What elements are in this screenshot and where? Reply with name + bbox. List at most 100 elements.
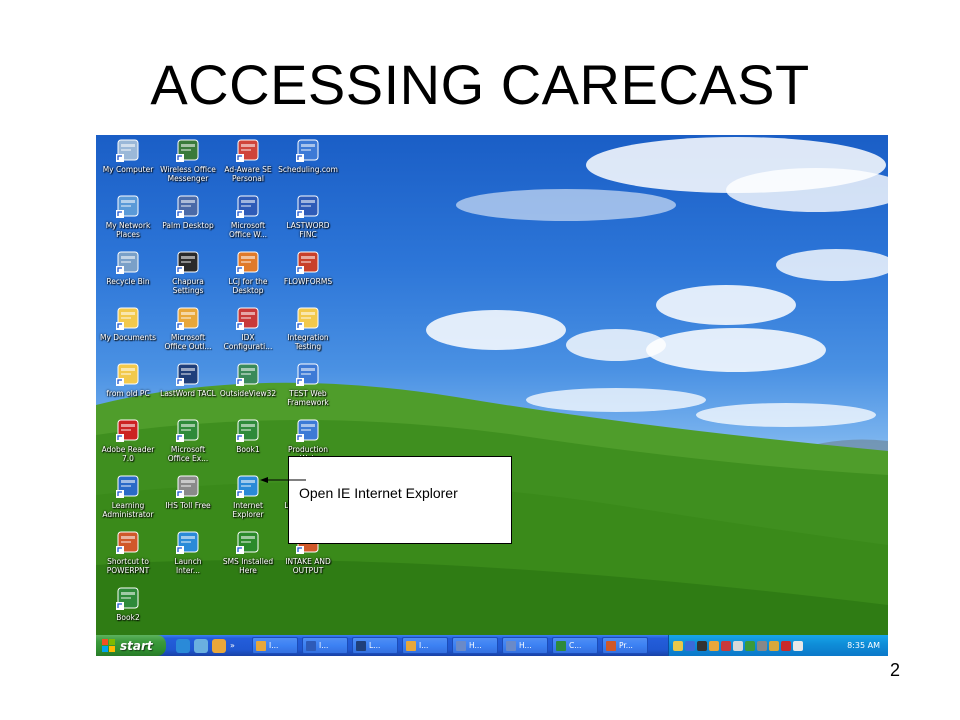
settings-quicklaunch-icon[interactable] bbox=[194, 638, 208, 653]
idx-icon bbox=[235, 305, 261, 331]
desktop-icon[interactable]: Adobe Reader 7.0 bbox=[97, 417, 159, 471]
desktop-icon[interactable]: IDX Configurati... bbox=[217, 305, 279, 359]
desktop-icon[interactable]: Recycle Bin bbox=[97, 249, 159, 303]
desktop-icon-label: SMS Installed Here bbox=[222, 557, 274, 575]
desktop-icon[interactable]: Microsoft Office W... bbox=[217, 193, 279, 247]
flowforms-icon bbox=[295, 249, 321, 275]
taskbar-button-label: L... bbox=[369, 641, 381, 650]
taskbar-button[interactable]: I... bbox=[402, 637, 448, 654]
desktop-icon-label: FLOWFORMS bbox=[283, 277, 333, 286]
desktop-icon-label: IHS Toll Free bbox=[165, 501, 211, 510]
desktop-icon-label: My Documents bbox=[99, 333, 157, 342]
desktop-icon[interactable]: FLOWFORMS bbox=[277, 249, 339, 303]
palm-icon bbox=[175, 193, 201, 219]
desktop-icon-grid: My Computer Wireless Office Messenger Ad-A… bbox=[96, 135, 888, 635]
network-tray-icon[interactable] bbox=[685, 640, 695, 651]
outlook-tray-icon[interactable] bbox=[709, 640, 719, 651]
web-page-icon bbox=[295, 137, 321, 163]
window-icon bbox=[506, 640, 516, 651]
desktop-icon-label: Wireless Office Messenger bbox=[160, 165, 216, 183]
desktop-icon[interactable]: IHS Toll Free bbox=[157, 473, 219, 527]
internet-explorer-icon bbox=[175, 529, 201, 555]
desktop-icon[interactable]: Ad-Aware SE Personal bbox=[217, 137, 279, 191]
taskbar-button-label: I... bbox=[419, 641, 429, 650]
quick-launch-bar: » bbox=[176, 638, 246, 653]
desktop-icon-label: Book1 bbox=[236, 445, 260, 454]
desktop-icon[interactable]: Integration Testing bbox=[277, 305, 339, 359]
desktop-icon[interactable]: My Documents bbox=[97, 305, 159, 359]
quick-launch-more-chevron-icon[interactable]: » bbox=[230, 641, 235, 650]
desktop-icon[interactable]: Palm Desktop bbox=[157, 193, 219, 247]
taskbar-button[interactable]: H... bbox=[452, 637, 498, 654]
desktop-icon-label: LastWord TACL bbox=[160, 389, 216, 398]
web-page-icon bbox=[295, 417, 321, 443]
norton-tray-icon[interactable] bbox=[781, 640, 791, 651]
taskbar: start » I... I... L... I... H... H... C... Pr..… bbox=[96, 635, 888, 656]
folder-icon bbox=[295, 305, 321, 331]
recycle-bin-icon bbox=[115, 249, 141, 275]
start-button[interactable]: start bbox=[96, 635, 166, 656]
web-page-icon bbox=[295, 361, 321, 387]
desktop-icon[interactable]: OutsideView32 bbox=[217, 361, 279, 415]
sync-tray-icon[interactable] bbox=[745, 640, 755, 651]
pen-tray-icon[interactable] bbox=[769, 640, 779, 651]
desktop-icon[interactable]: LCJ for the Desktop bbox=[217, 249, 279, 303]
word-icon bbox=[235, 193, 261, 219]
chart-icon bbox=[115, 473, 141, 499]
desktop-icon-label: Microsoft Office W... bbox=[229, 221, 267, 239]
desktop-icon[interactable]: Chapura Settings bbox=[157, 249, 219, 303]
taskbar-button[interactable]: H... bbox=[502, 637, 548, 654]
word-icon bbox=[306, 640, 316, 651]
desktop-icon-label: LASTWORD FINC bbox=[286, 221, 330, 239]
powerpoint-icon bbox=[606, 640, 616, 651]
desktop-icon[interactable]: My Computer bbox=[97, 137, 159, 191]
desktop-icon[interactable]: Microsoft Office Ex... bbox=[157, 417, 219, 471]
desktop-icon[interactable]: SMS Installed Here bbox=[217, 529, 279, 583]
taskbar-button[interactable]: I... bbox=[302, 637, 348, 654]
chapura-icon bbox=[175, 249, 201, 275]
phone-tray-icon[interactable] bbox=[697, 640, 707, 651]
taskbar-button-label: H... bbox=[519, 641, 532, 650]
tray-clock: 8:35 AM bbox=[847, 641, 880, 650]
windows-flag-icon bbox=[102, 638, 115, 652]
tool-tray-icon[interactable] bbox=[757, 640, 767, 651]
desktop-icon-label: INTAKE AND OUTPUT bbox=[285, 557, 331, 575]
desktop-icon[interactable]: My Network Places bbox=[97, 193, 159, 247]
desktop-icon[interactable]: Book2 bbox=[97, 585, 159, 639]
ie-quicklaunch-icon[interactable] bbox=[176, 638, 190, 653]
desktop-icon[interactable]: Scheduling.com bbox=[277, 137, 339, 191]
desktop-icon[interactable]: from old PC bbox=[97, 361, 159, 415]
desktop-icon-label: Integration Testing bbox=[287, 333, 329, 351]
taskbar-button[interactable]: C... bbox=[552, 637, 598, 654]
slide-number: 2 bbox=[889, 660, 900, 680]
desktop-icon-label: Ad-Aware SE Personal bbox=[224, 165, 272, 183]
system-tray: 8:35 AM bbox=[668, 635, 888, 656]
desktop-icon-label: Recycle Bin bbox=[106, 277, 150, 286]
mail-tray-icon[interactable] bbox=[673, 640, 683, 651]
taskbar-button[interactable]: I... bbox=[252, 637, 298, 654]
network-icon bbox=[115, 193, 141, 219]
taskbar-button-label: C... bbox=[569, 641, 582, 650]
desktop-icon[interactable]: Shortcut to POWERPNT bbox=[97, 529, 159, 583]
desktop-icon[interactable]: LastWord TACL bbox=[157, 361, 219, 415]
desktop-icon[interactable]: TEST Web Framework bbox=[277, 361, 339, 415]
security-tray-icon[interactable] bbox=[721, 640, 731, 651]
annotation-arrow bbox=[260, 477, 306, 483]
desktop-icon[interactable]: Learning Administrator bbox=[97, 473, 159, 527]
taskbar-button[interactable]: L... bbox=[352, 637, 398, 654]
desktop-icon-label: Chapura Settings bbox=[172, 277, 204, 295]
desktop-icon[interactable]: Wireless Office Messenger bbox=[157, 137, 219, 191]
outlook-quicklaunch-icon[interactable] bbox=[212, 638, 226, 653]
desktop-icon[interactable]: Launch Inter... bbox=[157, 529, 219, 583]
taskbar-button-label: Pr... bbox=[619, 641, 633, 650]
lc-icon bbox=[175, 361, 201, 387]
desktop-icon[interactable]: Microsoft Office Outl... bbox=[157, 305, 219, 359]
taskbar-button-label: I... bbox=[269, 641, 279, 650]
antivirus-tray-icon[interactable] bbox=[733, 640, 743, 651]
desktop-icon[interactable]: Book1 bbox=[217, 417, 279, 471]
desktop-icon-label: Shortcut to POWERPNT bbox=[106, 557, 150, 575]
desktop-icon[interactable]: LASTWORD FINC bbox=[277, 193, 339, 247]
taskbar-button[interactable]: Pr... bbox=[602, 637, 648, 654]
desktop-icon-label: Internet Explorer bbox=[232, 501, 264, 519]
volume-tray-icon[interactable] bbox=[793, 640, 803, 651]
